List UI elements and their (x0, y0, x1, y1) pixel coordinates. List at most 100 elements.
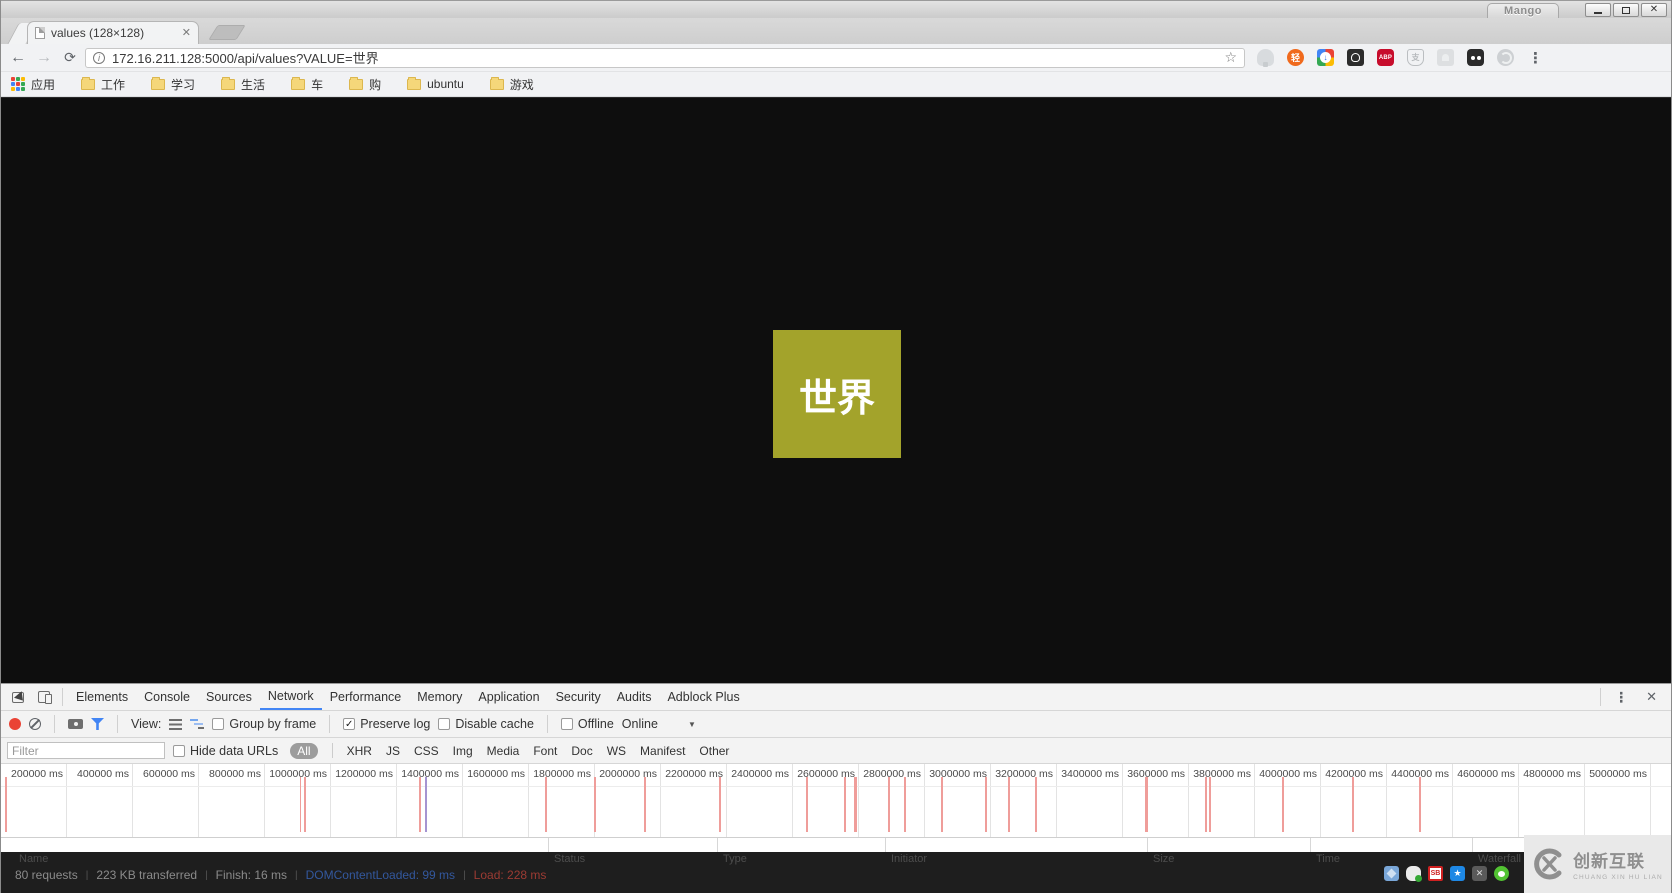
filter-pill-ws[interactable]: WS (607, 744, 626, 758)
checkbox-icon[interactable]: ✓ (343, 718, 355, 730)
bookmark-item-游戏[interactable]: 游戏 (490, 76, 534, 93)
page-info-icon[interactable]: i (93, 52, 105, 64)
column-separator[interactable] (1472, 838, 1473, 852)
filter-input[interactable] (7, 742, 165, 759)
filter-pill-js[interactable]: JS (386, 744, 400, 758)
filter-funnel-icon[interactable] (91, 718, 104, 730)
tab-elements[interactable]: Elements (68, 684, 136, 710)
tab-memory[interactable]: Memory (409, 684, 470, 710)
tools-tray-icon[interactable]: ✕ (1472, 866, 1487, 881)
tab-sources[interactable]: Sources (198, 684, 260, 710)
checkbox-icon[interactable] (438, 718, 450, 730)
new-tab-button[interactable] (208, 25, 245, 40)
clear-icon[interactable] (29, 718, 41, 730)
timeline-tick-label: 2000000 ms (595, 764, 661, 837)
maximize-button[interactable] (1613, 3, 1639, 17)
column-header-size[interactable]: Size (1153, 853, 1174, 865)
checkbox-icon[interactable] (173, 745, 185, 757)
filter-pill-xhr[interactable]: XHR (347, 744, 372, 758)
capture-screenshots-icon[interactable] (68, 719, 83, 729)
url-text[interactable]: 172.16.211.128:5000/api/values?VALUE=世界 (112, 48, 1217, 67)
ghost-icon[interactable] (1437, 49, 1454, 66)
column-separator[interactable] (1310, 838, 1311, 852)
tab-application[interactable]: Application (470, 684, 547, 710)
tab-network[interactable]: Network (260, 684, 322, 710)
filter-pill-font[interactable]: Font (533, 744, 557, 758)
column-separator[interactable] (885, 838, 886, 852)
bookmark-item-应用[interactable]: 应用 (11, 76, 55, 93)
adblock-plus-icon[interactable]: ABP (1377, 49, 1394, 66)
browser-menu-icon[interactable]: ⋮ (1528, 49, 1543, 67)
device-toolbar-button[interactable] (31, 684, 57, 710)
hide-data-urls-checkbox[interactable]: Hide data URLs (173, 744, 278, 758)
close-button[interactable]: ✕ (1641, 3, 1667, 17)
bookmark-item-车[interactable]: 车 (291, 76, 323, 93)
network-overview[interactable]: 200000 ms400000 ms600000 ms800000 ms1000… (1, 764, 1671, 838)
filter-pill-other[interactable]: Other (699, 744, 729, 758)
bookmark-star-icon[interactable]: ☆ (1224, 49, 1237, 66)
sb-tray-icon[interactable]: SB (1428, 866, 1443, 881)
column-header-initiator[interactable]: Initiator (891, 853, 927, 865)
column-separator[interactable] (548, 838, 549, 852)
devtools-menu-icon[interactable]: ⋮ (1606, 689, 1636, 706)
wechat-tray-icon[interactable] (1494, 866, 1509, 881)
timeline-tick-label: 2400000 ms (727, 764, 793, 837)
filter-pill-css[interactable]: CSS (414, 744, 439, 758)
large-rows-icon[interactable] (169, 719, 182, 730)
bookmark-item-工作[interactable]: 工作 (81, 76, 125, 93)
mouse-tray-icon[interactable] (1406, 866, 1421, 881)
tab-performance[interactable]: Performance (322, 684, 410, 710)
preserve-log-checkbox[interactable]: ✓ Preserve log (343, 717, 430, 731)
tab-security[interactable]: Security (548, 684, 609, 710)
tab-close-icon[interactable]: ✕ (182, 28, 191, 39)
view-label: View: (131, 717, 161, 731)
swirl-icon[interactable] (1497, 49, 1514, 66)
bookmark-item-ubuntu[interactable]: ubuntu (407, 77, 464, 91)
filter-pill-img[interactable]: Img (453, 744, 473, 758)
tab-adblock-plus[interactable]: Adblock Plus (659, 684, 747, 710)
checkbox-icon[interactable] (212, 718, 224, 730)
chevron-down-icon[interactable]: ▼ (688, 720, 696, 729)
tab-audits[interactable]: Audits (609, 684, 660, 710)
filter-pill-doc[interactable]: Doc (571, 744, 592, 758)
minimize-button[interactable] (1585, 3, 1611, 17)
checkbox-icon[interactable] (561, 718, 573, 730)
forward-button[interactable]: → (33, 49, 55, 67)
alipay-shield-icon[interactable]: 支 (1407, 49, 1424, 66)
back-button[interactable]: ← (7, 49, 29, 67)
offline-checkbox[interactable]: Offline (561, 717, 614, 731)
bookmark-item-生活[interactable]: 生活 (221, 76, 265, 93)
column-header-type[interactable]: Type (723, 853, 747, 865)
column-header-status[interactable]: Status (554, 853, 585, 865)
disable-cache-checkbox[interactable]: Disable cache (438, 717, 534, 731)
inspect-element-button[interactable] (5, 684, 31, 710)
qing-icon[interactable]: 轻 (1287, 49, 1304, 66)
tab-console[interactable]: Console (136, 684, 198, 710)
overview-icon[interactable] (190, 719, 204, 730)
column-separator[interactable] (1147, 838, 1148, 852)
devtools-close-icon[interactable]: ✕ (1636, 689, 1667, 705)
profile-button[interactable]: Mango (1487, 3, 1559, 19)
group-by-frame-checkbox[interactable]: Group by frame (212, 717, 316, 731)
parachute-icon[interactable] (1257, 49, 1274, 66)
waterfall-mark (304, 777, 306, 832)
address-bar[interactable]: i 172.16.211.128:5000/api/values?VALUE=世… (85, 48, 1245, 68)
column-header-time[interactable]: Time (1316, 853, 1340, 865)
column-header-name[interactable]: Name (19, 853, 48, 865)
filter-pill-manifest[interactable]: Manifest (640, 744, 685, 758)
reload-button[interactable]: ⟳ (59, 49, 81, 66)
column-separator[interactable] (717, 838, 718, 852)
filter-pill-media[interactable]: Media (487, 744, 520, 758)
bookmark-item-购[interactable]: 购 (349, 76, 381, 93)
filter-pill-all[interactable]: All (290, 743, 317, 759)
browser-tab[interactable]: values (128×128) ✕ (27, 21, 199, 44)
lightbulb-icon[interactable] (1347, 49, 1364, 66)
chrome-download-icon[interactable] (1317, 49, 1334, 66)
record-button[interactable] (9, 718, 21, 730)
throttling-select[interactable]: Online (622, 717, 658, 731)
two-dots-icon[interactable] (1467, 49, 1484, 66)
bookmark-item-学习[interactable]: 学习 (151, 76, 195, 93)
cube-tray-icon[interactable] (1384, 866, 1399, 881)
star-bubble-tray-icon[interactable]: ★ (1450, 866, 1465, 881)
column-header-waterfall[interactable]: Waterfall (1478, 853, 1521, 865)
